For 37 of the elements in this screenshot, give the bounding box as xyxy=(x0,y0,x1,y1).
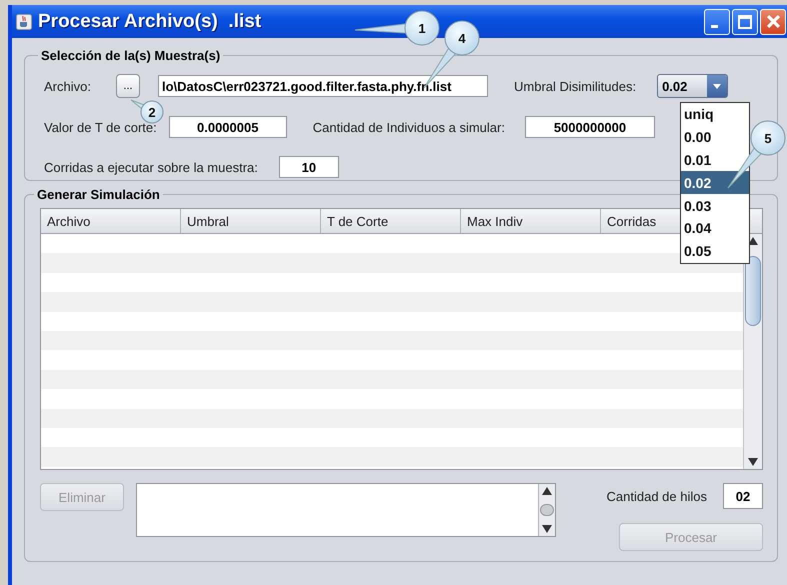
field-label: Corridas a ejecutar sobre la muestra: xyxy=(44,160,258,174)
maximize-button[interactable] xyxy=(732,8,758,34)
maximize-icon xyxy=(738,14,752,28)
scroll-up-icon[interactable] xyxy=(542,487,552,495)
scroll-down-icon[interactable] xyxy=(748,458,758,466)
group-title: Selección de la(s) Muestra(s) xyxy=(40,48,222,63)
column-header[interactable]: Archivo xyxy=(41,209,181,233)
field-label: Archivo: xyxy=(44,78,92,94)
scrollbar[interactable] xyxy=(743,234,762,469)
close-button[interactable] xyxy=(760,8,786,34)
close-icon xyxy=(766,15,780,28)
column-header[interactable]: Max Indiv xyxy=(461,209,601,233)
cutoff-field[interactable]: 0.0000005 xyxy=(168,116,287,138)
dropdown-option[interactable]: 0.02 xyxy=(681,171,749,194)
browse-button[interactable]: ... xyxy=(116,74,140,98)
caret-icon xyxy=(713,84,722,88)
dropdown-option[interactable]: 0.05 xyxy=(681,240,749,263)
scroll-down-icon[interactable] xyxy=(542,525,552,533)
scroll-up-icon[interactable] xyxy=(748,237,758,245)
minimize-icon xyxy=(710,25,718,28)
runs-field[interactable]: 10 xyxy=(278,156,339,178)
window-title: Procesar Archivo(s) .list xyxy=(38,10,262,32)
individuals-field[interactable]: 5000000000 xyxy=(524,116,655,138)
column-header[interactable]: T de Corte xyxy=(321,209,461,233)
column-header[interactable]: Umbral xyxy=(181,209,321,233)
file-path-field[interactable]: lo\DatosC\err023721.good.filter.fasta.phy.fn.list xyxy=(158,75,488,97)
field-label: Umbral Disimilitudes: xyxy=(514,78,636,94)
scrollbar[interactable] xyxy=(538,484,555,536)
threads-field[interactable]: 02 xyxy=(723,483,763,509)
minimize-button[interactable] xyxy=(704,8,730,34)
field-label: Cantidad de hilos xyxy=(606,488,707,504)
field-label: Cantidad de Individuos a simular: xyxy=(312,120,505,134)
scroll-thumb[interactable] xyxy=(745,256,761,326)
group-title: Generar Simulación xyxy=(36,187,161,202)
scroll-thumb[interactable] xyxy=(540,504,554,516)
coffee-cup-icon xyxy=(16,14,32,30)
threshold-dropdown[interactable]: 0.02 xyxy=(657,74,728,98)
